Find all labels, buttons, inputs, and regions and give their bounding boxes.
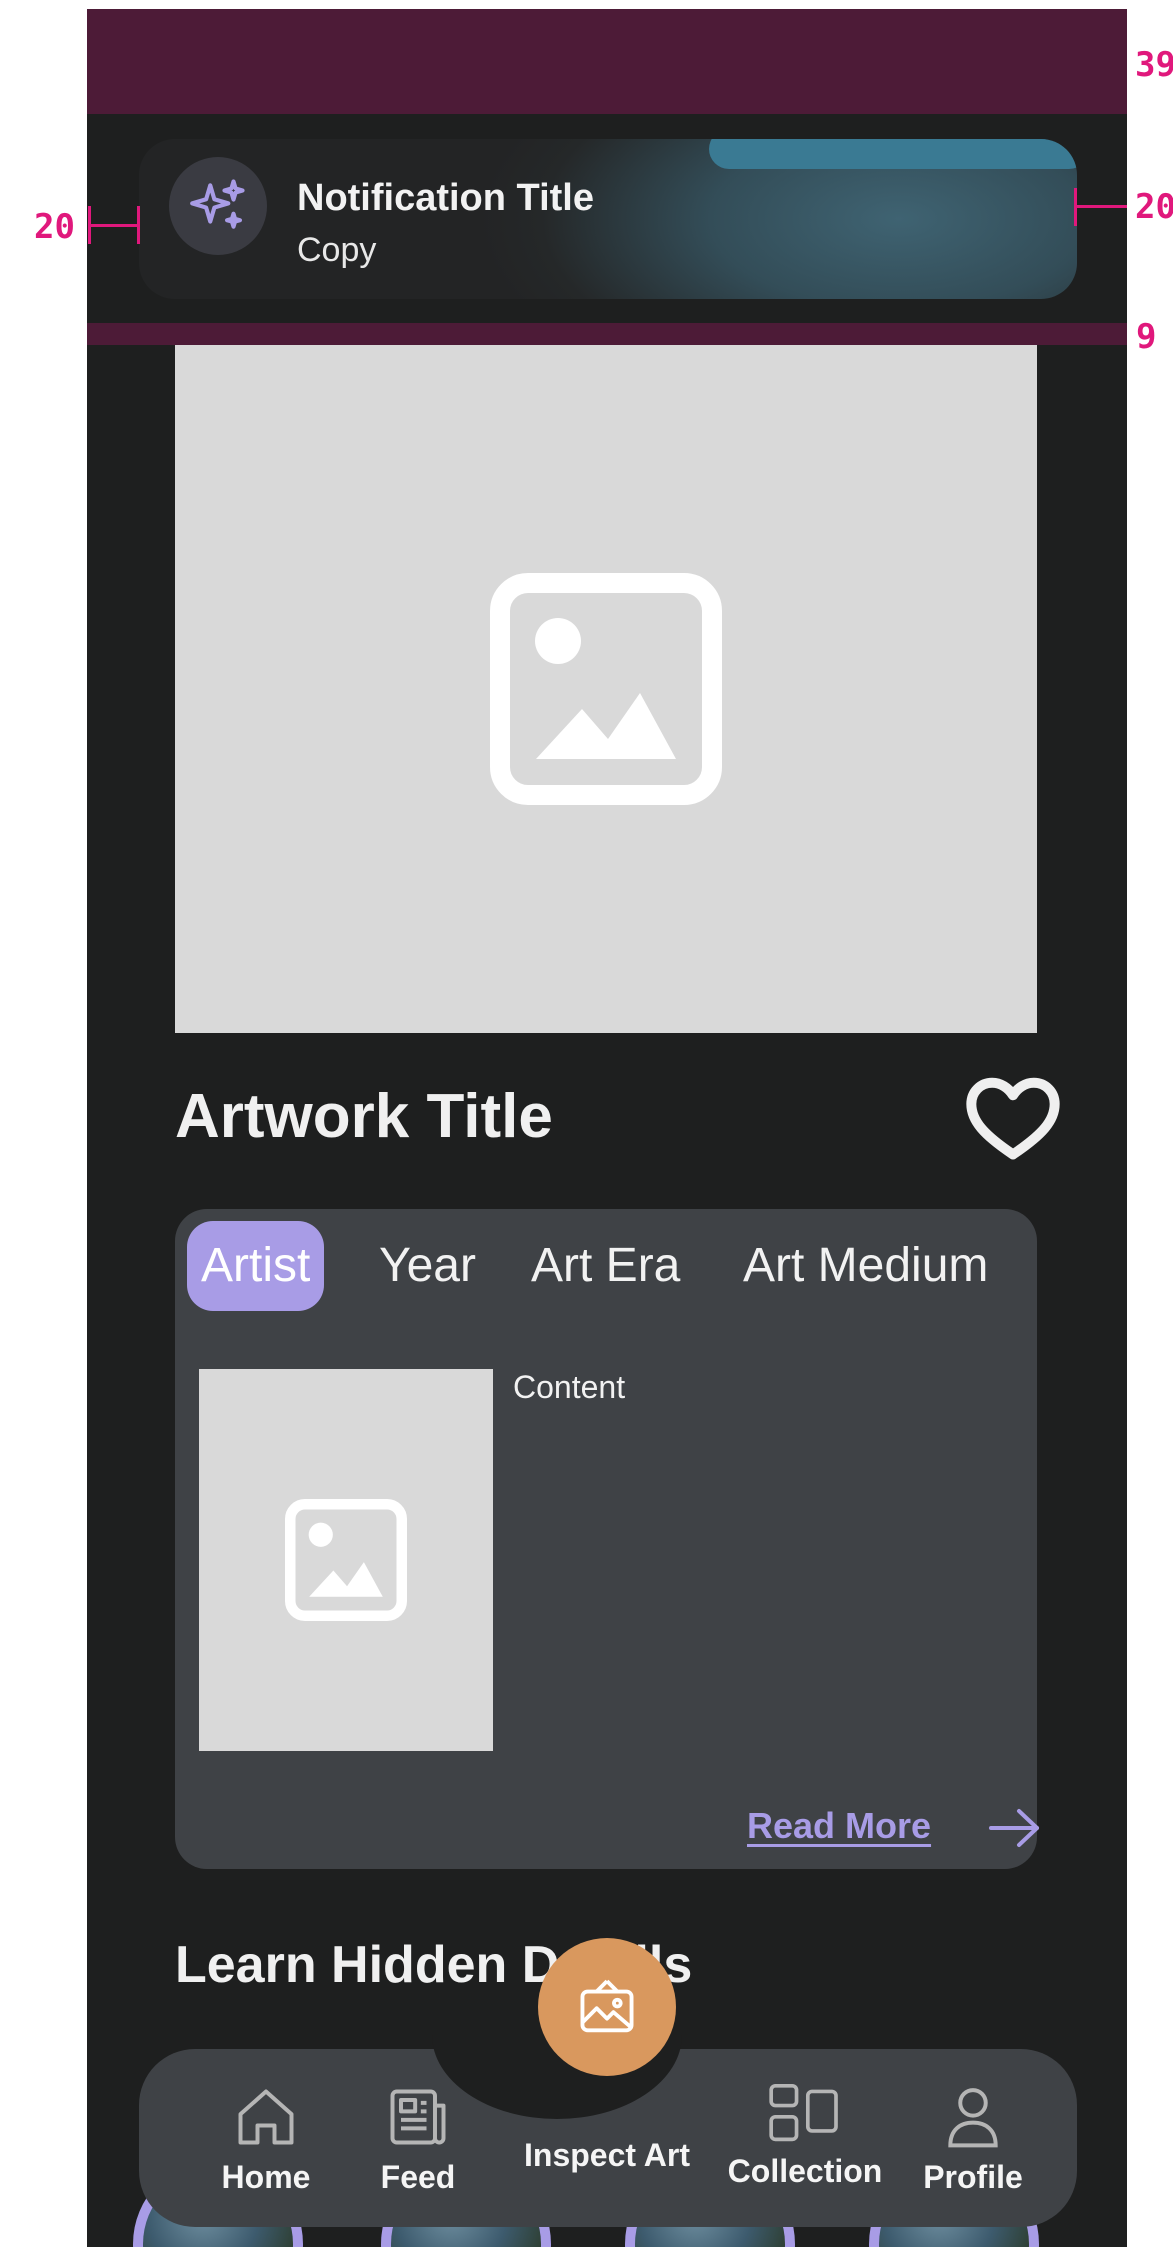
nav-label: Feed bbox=[380, 2159, 456, 2195]
arrow-right-icon[interactable] bbox=[987, 1803, 1043, 1853]
photo-icon bbox=[580, 1979, 634, 2033]
user-icon bbox=[948, 2088, 998, 2148]
nav-item-home[interactable]: Home bbox=[201, 2083, 331, 2196]
spec-left-tick bbox=[137, 206, 140, 244]
tab-art-medium[interactable]: Art Medium bbox=[743, 1221, 988, 1311]
spec-left-line bbox=[88, 224, 140, 227]
artwork-title: Artwork Title bbox=[175, 1082, 553, 1151]
phone-screen: Notification Title Copy Artwork Title Ar… bbox=[87, 9, 1127, 2247]
nav-label: Home bbox=[221, 2159, 311, 2195]
heart-icon bbox=[966, 1077, 1060, 1160]
nav-item-inspect-art[interactable]: Inspect Art bbox=[505, 2137, 709, 2174]
notification-banner[interactable]: Notification Title Copy bbox=[139, 139, 1077, 299]
tab-year[interactable]: Year bbox=[379, 1221, 476, 1311]
favorite-button[interactable] bbox=[963, 1069, 1063, 1169]
top-inset-band bbox=[87, 9, 1127, 114]
card-content-text: Content bbox=[513, 1369, 626, 1405]
artwork-info-card: Artist Year Art Era Art Medium Content R… bbox=[175, 1209, 1039, 1869]
grid-icon bbox=[769, 2083, 838, 2142]
sparkles-icon bbox=[169, 157, 267, 255]
notification-copy: Copy bbox=[297, 231, 377, 269]
spec-right-line bbox=[1074, 205, 1127, 208]
spec-gap: 9 bbox=[1136, 317, 1157, 357]
nav-label: Profile bbox=[923, 2159, 1023, 2195]
tab-artist[interactable]: Artist bbox=[187, 1221, 325, 1311]
image-placeholder-icon bbox=[490, 573, 722, 805]
spec-right-tick bbox=[1074, 188, 1077, 226]
home-icon bbox=[238, 2089, 294, 2145]
nav-label: Collection bbox=[727, 2153, 883, 2189]
spec-top-inset: 39 bbox=[1135, 45, 1173, 85]
notification-highlight bbox=[709, 139, 1077, 169]
spec-left-margin: 20 bbox=[34, 207, 75, 247]
nav-label: Inspect Art bbox=[524, 2137, 690, 2173]
inspect-art-button[interactable] bbox=[538, 1938, 676, 2076]
nav-item-feed[interactable]: Feed bbox=[363, 2083, 473, 2196]
tab-art-era[interactable]: Art Era bbox=[531, 1221, 680, 1311]
notification-title: Notification Title bbox=[297, 177, 594, 219]
gap-band bbox=[87, 323, 1127, 345]
nav-item-collection[interactable]: Collection bbox=[723, 2083, 887, 2190]
spec-right-margin: 20 bbox=[1135, 187, 1173, 227]
newspaper-icon bbox=[390, 2089, 446, 2145]
artist-image bbox=[199, 1369, 493, 1751]
artwork-image bbox=[175, 345, 1037, 1033]
image-placeholder-icon bbox=[285, 1499, 407, 1621]
nav-item-profile[interactable]: Profile bbox=[913, 2083, 1033, 2196]
spec-left-tick bbox=[88, 206, 91, 244]
read-more-link[interactable]: Read More bbox=[747, 1805, 931, 1847]
